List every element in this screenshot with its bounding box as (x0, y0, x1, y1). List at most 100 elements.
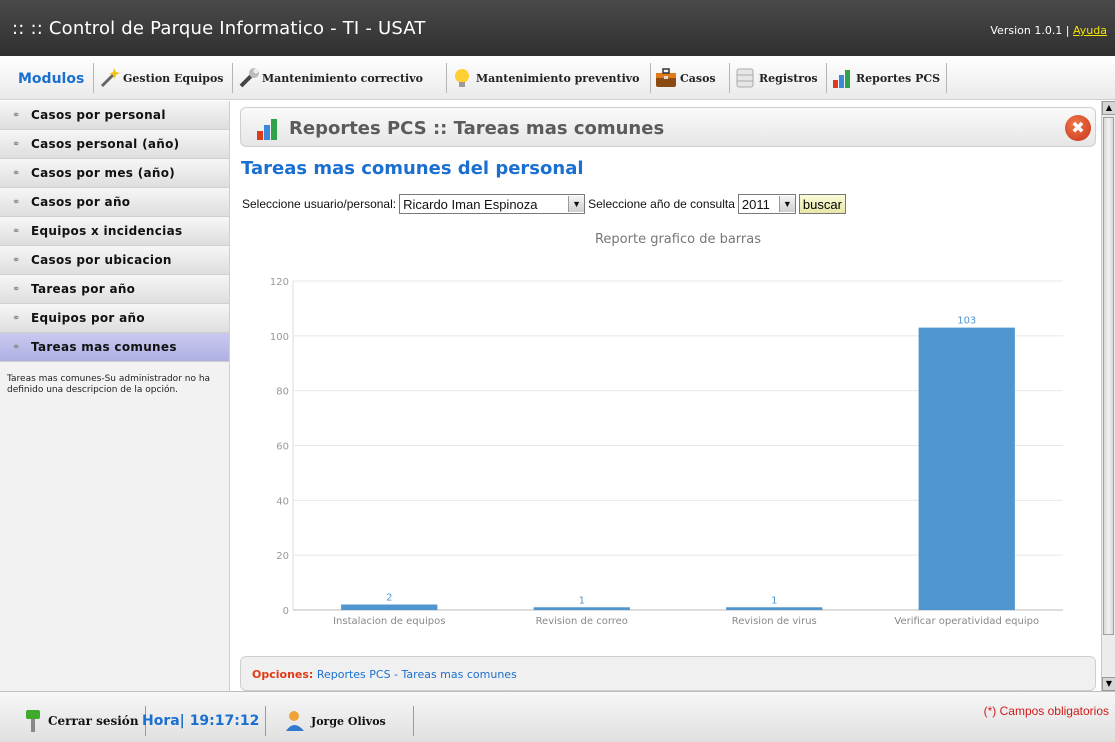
sidebar-item-label: Tareas mas comunes (31, 340, 177, 354)
link-icon: ⚭ (12, 109, 21, 121)
close-icon: ✖ (1071, 118, 1085, 137)
link-icon: ⚭ (12, 167, 21, 179)
bar (341, 604, 438, 610)
sidebar-item-equipos-por-anio[interactable]: ⚭ Equipos por año (0, 304, 229, 333)
data-label: 2 (386, 593, 392, 604)
options-label: Opciones: (252, 668, 314, 681)
clock-value: 19:17:12 (189, 713, 260, 729)
sidebar-item-label: Casos por ubicacion (31, 253, 172, 267)
sidebar-item-casos-por-anio[interactable]: ⚭ Casos por año (0, 188, 229, 217)
sidebar-description: Tareas mas comunes-Su administrador no h… (7, 374, 211, 395)
module-menu-bar: Modulos Gestion Equipos Mantenimiento co… (0, 56, 1115, 100)
bar-chart: Reporte grafico de barras 0 20 40 60 80 100 120… (270, 232, 1063, 627)
menu-gestion-equipos[interactable]: Gestion Equipos (93, 63, 223, 93)
y-tick-label: 20 (276, 551, 289, 562)
bar-chart-icon (831, 67, 853, 89)
app-title: :: :: Control de Parque Informatico - TI… (12, 18, 426, 39)
main-content: Reportes PCS :: Tareas mas comunes ✖ Tar… (231, 101, 1101, 691)
wrench-icon (237, 67, 259, 89)
sidebar-item-label: Casos personal (año) (31, 137, 180, 151)
link-icon: ⚭ (12, 312, 21, 324)
y-tick-label: 120 (270, 277, 289, 288)
close-button[interactable]: ✖ (1065, 115, 1091, 141)
user-select[interactable]: Ricardo Iman Espinoza ▼ (399, 194, 586, 214)
page-title: Tareas mas comunes del personal (241, 158, 584, 179)
menu-registros[interactable]: Registros (729, 63, 818, 93)
data-label: 103 (957, 316, 976, 327)
panel-header: Reportes PCS :: Tareas mas comunes ✖ (240, 107, 1096, 147)
user-select-label: Seleccione usuario/personal: (242, 197, 397, 211)
y-tick-label: 80 (276, 387, 289, 398)
logout-button[interactable]: Cerrar sesión (22, 706, 146, 736)
year-select-value: 2011 (741, 196, 770, 212)
menu-label: Registros (759, 71, 818, 85)
filter-bar: Seleccione usuario/personal: Ricardo Ima… (242, 194, 846, 214)
user-select-value: Ricardo Iman Espinoza (403, 196, 538, 212)
lightbulb-icon (451, 67, 473, 89)
modules-label: Modulos (18, 71, 85, 87)
clock: Hora| 19:17:12 (142, 706, 267, 736)
scroll-thumb[interactable] (1103, 117, 1114, 635)
menu-mantenimiento-preventivo[interactable]: Mantenimiento preventivo (446, 63, 639, 93)
link-icon: ⚭ (12, 283, 21, 295)
bar-chart-icon (255, 118, 279, 140)
sidebar-item-label: Equipos x incidencias (31, 224, 183, 238)
panel-title: Reportes PCS :: Tareas mas comunes (289, 118, 665, 139)
user-icon (284, 709, 308, 733)
menu-label: Casos (680, 71, 716, 85)
help-link[interactable]: Ayuda (1073, 24, 1107, 37)
chart-title: Reporte grafico de barras (595, 232, 761, 247)
bar (533, 607, 630, 610)
version-label: Version 1.0.1 | (990, 24, 1070, 37)
menu-mantenimiento-correctivo[interactable]: Mantenimiento correctivo (232, 63, 423, 93)
y-tick-label: 60 (276, 442, 289, 453)
menu-reportes-pcs[interactable]: Reportes PCS (826, 63, 948, 93)
menu-label: Mantenimiento preventivo (476, 71, 640, 85)
year-select[interactable]: 2011 ▼ (737, 194, 796, 214)
link-icon: ⚭ (12, 341, 21, 353)
x-tick-label: Instalacion de equipos (333, 616, 445, 627)
menu-label: Gestion Equipos (123, 71, 224, 85)
menu-label: Reportes PCS (856, 71, 941, 85)
sidebar-item-casos-por-personal[interactable]: ⚭ Casos por personal (0, 101, 229, 130)
sidebar-item-casos-por-ubicacion[interactable]: ⚭ Casos por ubicacion (0, 246, 229, 275)
version-info: Version 1.0.1 | Ayuda (990, 24, 1107, 37)
sidebar-item-label: Casos por personal (31, 108, 166, 122)
x-tick-label: Revision de virus (732, 616, 817, 627)
y-tick-label: 100 (270, 332, 289, 343)
sidebar-item-label: Casos por mes (año) (31, 166, 176, 180)
sidebar-item-tareas-mas-comunes[interactable]: ⚭ Tareas mas comunes (0, 333, 229, 362)
data-label: 1 (579, 595, 585, 606)
database-icon (734, 67, 756, 89)
sidebar-item-casos-por-mes[interactable]: ⚭ Casos por mes (año) (0, 159, 229, 188)
user-info: Jorge Olivos (284, 706, 414, 736)
menu-casos[interactable]: Casos (650, 63, 716, 93)
year-select-label: Seleccione año de consulta (588, 197, 735, 211)
x-tick-label: Verificar operatividad equipo (894, 616, 1039, 627)
link-icon: ⚭ (12, 254, 21, 266)
search-button[interactable]: buscar (798, 194, 846, 214)
sidebar-item-label: Casos por año (31, 195, 131, 209)
y-tick-label: 0 (283, 606, 289, 617)
magic-wand-icon (98, 67, 120, 89)
sidebar-item-casos-personal-anio[interactable]: ⚭ Casos personal (año) (0, 130, 229, 159)
clock-label: Hora| (142, 713, 185, 729)
link-icon: ⚭ (12, 196, 21, 208)
bar (726, 607, 823, 610)
required-fields-note: (*) Campos obligatorios (983, 704, 1109, 718)
chevron-down-icon: ▼ (778, 196, 795, 212)
sidebar-item-equipos-incidencias[interactable]: ⚭ Equipos x incidencias (0, 217, 229, 246)
chevron-down-icon: ▼ (568, 196, 585, 212)
briefcase-icon (655, 67, 677, 89)
data-label: 1 (771, 595, 777, 606)
options-path[interactable]: Reportes PCS - Tareas mas comunes (317, 668, 517, 681)
x-tick-label: Revision de correo (536, 616, 628, 627)
link-icon: ⚭ (12, 138, 21, 150)
link-icon: ⚭ (12, 225, 21, 237)
scroll-up-icon[interactable]: ▲ (1102, 101, 1115, 115)
vertical-scrollbar[interactable]: ▲ ▼ (1101, 101, 1115, 691)
scroll-down-icon[interactable]: ▼ (1102, 677, 1115, 691)
key-icon (22, 709, 44, 733)
sidebar-item-tareas-por-anio[interactable]: ⚭ Tareas por año (0, 275, 229, 304)
title-bar: :: :: Control de Parque Informatico - TI… (0, 0, 1115, 56)
